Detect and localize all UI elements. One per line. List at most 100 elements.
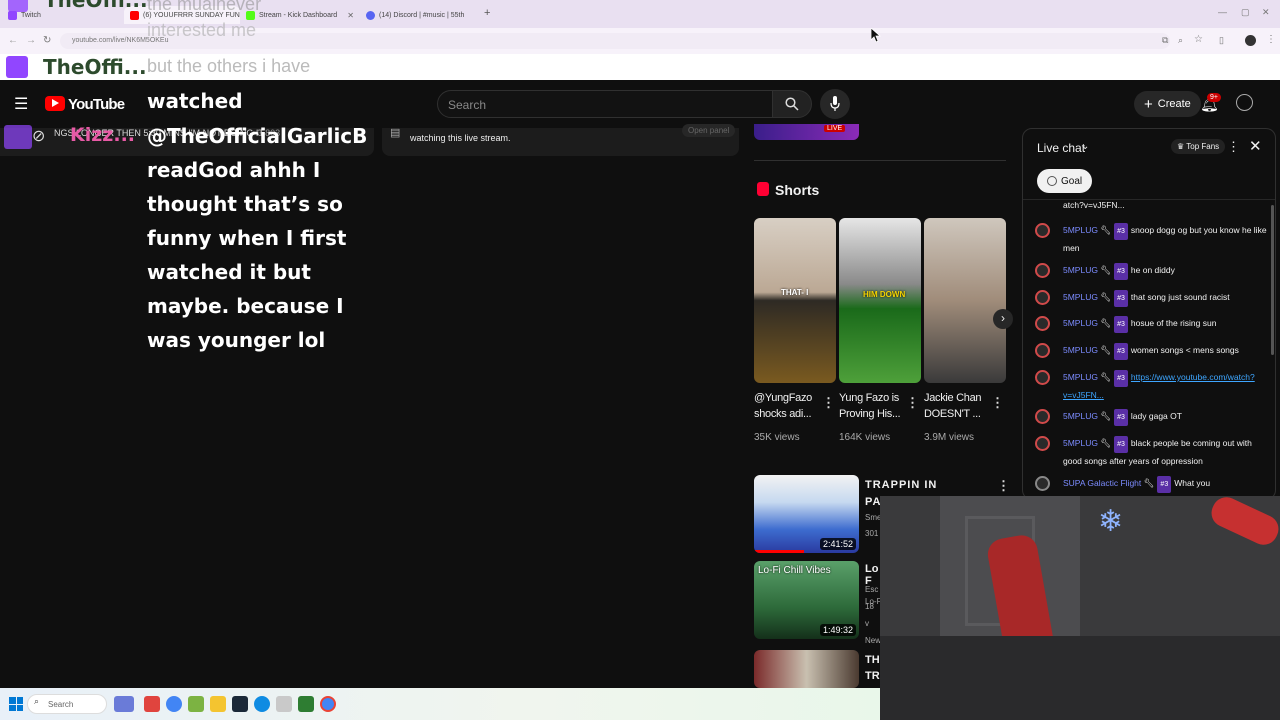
chrome-icon[interactable] bbox=[320, 696, 336, 712]
app-icon[interactable] bbox=[188, 696, 204, 712]
more-options-icon[interactable]: ⋮ bbox=[991, 395, 1004, 411]
hamburger-menu-icon[interactable]: ☰ bbox=[14, 94, 28, 114]
overlay-line: readGod ahhh I bbox=[147, 158, 321, 182]
chat-message: 5MPLUG 🔧︎ #3 women songs < mens songs bbox=[1033, 342, 1267, 360]
short-views: 3.9M views bbox=[924, 432, 975, 443]
new-tab-button[interactable]: + bbox=[484, 7, 490, 19]
chat-menu-icon[interactable]: ⋮ bbox=[1227, 139, 1240, 155]
short-title[interactable]: Yung Fazo is Proving His... bbox=[839, 390, 911, 422]
avatar[interactable] bbox=[1035, 223, 1050, 238]
watch-progress bbox=[754, 550, 804, 553]
twitch-logo-icon bbox=[4, 125, 32, 149]
chat-message: 5MPLUG 🔧︎ #3 lady gaga OT bbox=[1033, 408, 1267, 426]
youtube-logo-text[interactable]: YouTube bbox=[68, 96, 125, 113]
maximize-button[interactable]: ▢ bbox=[1241, 7, 1250, 18]
tab-kick[interactable]: Stream - Kick Dashboard ✕ bbox=[246, 6, 358, 24]
extension-icon[interactable]: ⧉ bbox=[1162, 35, 1168, 46]
file-explorer-icon[interactable] bbox=[210, 696, 226, 712]
chat-bubble-icon: ▤ bbox=[390, 127, 401, 139]
member-badge: #3 bbox=[1114, 436, 1128, 453]
member-badge: #3 bbox=[1114, 290, 1128, 307]
windows-start-icon[interactable] bbox=[9, 697, 23, 711]
discord-icon bbox=[366, 10, 375, 20]
overlay-line-watched: watched bbox=[147, 89, 243, 113]
short-views: 35K views bbox=[754, 432, 800, 443]
top-fans-button[interactable]: ♛ Top Fans bbox=[1171, 139, 1226, 154]
overlay-line: maybe. because I bbox=[147, 294, 344, 318]
youtube-logo-icon[interactable] bbox=[45, 96, 65, 111]
more-options-icon[interactable]: ⋮ bbox=[822, 395, 835, 411]
member-badge: #3 bbox=[1114, 263, 1128, 280]
short-thumbnail[interactable]: THAT- I bbox=[754, 218, 836, 383]
avatar[interactable] bbox=[1035, 370, 1050, 385]
chevron-down-icon[interactable]: ⌄ bbox=[1081, 141, 1089, 152]
short-views: 164K views bbox=[839, 432, 891, 443]
video-channel[interactable]: Sme bbox=[865, 513, 881, 522]
chat-message: 5MPLUG 🔧︎ #3 that song just sound racist bbox=[1033, 289, 1267, 307]
short-title[interactable]: Jackie Chan DOESN'T ... bbox=[924, 390, 996, 422]
menu-icon[interactable]: ⋮ bbox=[1266, 34, 1276, 45]
video-title[interactable]: THE TRE bbox=[865, 652, 887, 684]
short-caption: HIM DOWN bbox=[863, 290, 906, 299]
back-icon[interactable]: ← bbox=[8, 35, 18, 46]
video-meta: 301 bbox=[865, 529, 879, 538]
minimize-button[interactable]: — bbox=[1218, 7, 1227, 17]
search-button[interactable] bbox=[772, 90, 812, 118]
sidebar-icon[interactable]: ▯ bbox=[1219, 35, 1224, 46]
member-badge: #3 bbox=[1114, 316, 1128, 333]
avatar[interactable] bbox=[1035, 316, 1050, 331]
chrome-icon[interactable] bbox=[166, 696, 182, 712]
video-duration: 1:49:32 bbox=[819, 624, 856, 636]
short-thumbnail[interactable]: HIM DOWN bbox=[839, 218, 921, 383]
star-icon[interactable]: ☆ bbox=[1194, 34, 1203, 45]
short-thumbnail[interactable] bbox=[924, 218, 1006, 383]
shorts-icon bbox=[757, 182, 769, 196]
divider bbox=[754, 160, 1006, 161]
chat-scrollbar[interactable] bbox=[1271, 205, 1274, 355]
forward-icon[interactable]: → bbox=[26, 35, 36, 46]
video-thumbnail[interactable] bbox=[754, 650, 859, 688]
chat-message: SUPA Galactic Flight 🔧︎ #3 What you bbox=[1033, 475, 1267, 493]
create-button[interactable]: + Create bbox=[1134, 91, 1201, 117]
steam-icon[interactable] bbox=[232, 696, 248, 712]
reload-icon[interactable]: ↻ bbox=[43, 35, 51, 46]
app-icon[interactable] bbox=[298, 696, 314, 712]
profile-avatar[interactable] bbox=[1245, 35, 1256, 46]
zoom-icon[interactable]: ⌕ bbox=[1178, 35, 1183, 46]
more-options-icon[interactable]: ⋮ bbox=[997, 478, 1010, 494]
close-window-button[interactable]: ✕ bbox=[1262, 7, 1270, 18]
avatar[interactable] bbox=[1035, 409, 1050, 424]
mouse-cursor-icon bbox=[871, 28, 881, 42]
avatar[interactable] bbox=[1035, 436, 1050, 451]
watching-text: watching this live stream. bbox=[410, 133, 511, 143]
avatar[interactable] bbox=[1035, 263, 1050, 278]
video-thumbnail[interactable]: Lo-Fi Chill Vibes 1:49:32 bbox=[754, 561, 859, 639]
tab-discord[interactable]: (14) Discord | #music | 55th bbox=[366, 6, 476, 24]
widgets-icon[interactable] bbox=[114, 696, 134, 712]
video-thumbnail[interactable]: 2:41:52 bbox=[754, 475, 859, 553]
edge-icon[interactable] bbox=[254, 696, 270, 712]
close-icon[interactable]: ✕ bbox=[347, 11, 354, 20]
app-icon[interactable] bbox=[276, 696, 292, 712]
account-avatar[interactable] bbox=[1236, 94, 1253, 111]
more-options-icon[interactable]: ⋮ bbox=[906, 395, 919, 411]
thumbnail-text: Lo-Fi Chill Vibes bbox=[758, 565, 831, 576]
avatar[interactable] bbox=[1035, 476, 1050, 491]
chevron-right-icon[interactable]: › bbox=[993, 309, 1013, 329]
close-chat-icon[interactable]: ✕ bbox=[1249, 137, 1262, 155]
crown-icon: ♛ bbox=[1177, 142, 1185, 151]
avatar[interactable] bbox=[1035, 343, 1050, 358]
goal-button[interactable]: Goal bbox=[1037, 169, 1093, 193]
app-icon[interactable] bbox=[144, 696, 160, 712]
live-video-thumb[interactable]: LIVE bbox=[754, 124, 859, 140]
chat-title[interactable]: Live chat bbox=[1037, 141, 1085, 155]
avatar[interactable] bbox=[1035, 290, 1050, 305]
plus-icon: + bbox=[1144, 95, 1153, 113]
eye-slash-icon: ⊘ bbox=[32, 128, 46, 145]
voice-search-button[interactable] bbox=[820, 89, 850, 119]
search-icon: ⌕ bbox=[34, 696, 40, 706]
search-input[interactable]: Search bbox=[437, 90, 773, 118]
short-title[interactable]: @YungFazo shocks adi... bbox=[754, 390, 826, 422]
open-panel-button[interactable]: Open panel bbox=[682, 124, 736, 137]
notification-count-badge: 9+ bbox=[1207, 93, 1221, 102]
